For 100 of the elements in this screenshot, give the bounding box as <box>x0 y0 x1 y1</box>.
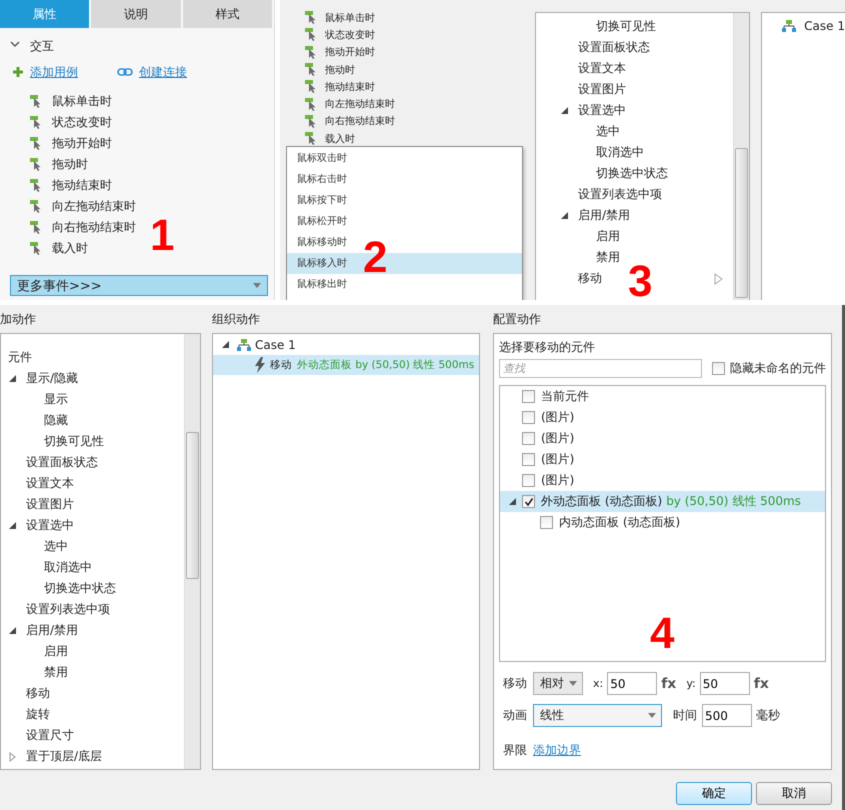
checkbox[interactable] <box>712 362 725 375</box>
cursor-icon <box>30 116 41 129</box>
widget-item[interactable]: 当前元件 <box>500 386 825 407</box>
event-item[interactable]: 载入时 <box>325 132 355 146</box>
action-item[interactable]: 移动 外动态面板 by (50,50) 线性 500ms <box>213 355 479 375</box>
cursor-icon <box>305 114 316 128</box>
tree-item[interactable]: 设置选中 <box>536 100 626 121</box>
event-item[interactable]: 拖动时 <box>52 156 88 173</box>
tree-item[interactable]: 元件 <box>1 347 32 368</box>
tree-item[interactable]: 启用 <box>536 226 620 247</box>
checkbox[interactable] <box>522 411 535 424</box>
tree-item[interactable]: 禁用 <box>536 247 620 268</box>
tree-item[interactable]: 移动 <box>1 683 50 704</box>
menu-item[interactable]: 鼠标松开时 <box>287 211 522 232</box>
tree-item[interactable]: 显示/隐藏 <box>1 368 78 389</box>
event-item[interactable]: 拖动结束时 <box>325 80 375 94</box>
link[interactable]: 创建连接 <box>139 64 187 80</box>
fx-button[interactable]: fx <box>754 676 769 692</box>
field-label: 毫秒 <box>756 707 780 724</box>
tree-item[interactable]: 取消选中 <box>536 142 644 163</box>
flowchart-icon <box>237 339 251 351</box>
menu-item[interactable]: 鼠标双击时 <box>287 148 522 169</box>
cursor-icon <box>305 11 316 24</box>
tree-item[interactable]: 隐藏 <box>1 410 68 431</box>
tree-item[interactable]: 取消选中 <box>1 557 92 578</box>
tree-item[interactable]: 设置尺寸 <box>1 725 74 746</box>
input-field[interactable]: 500 <box>702 704 752 727</box>
tree-item[interactable]: 设置选中 <box>1 515 74 536</box>
search-field[interactable]: 查找 <box>499 359 702 378</box>
checkbox[interactable] <box>522 390 535 403</box>
button[interactable]: 取消 <box>756 782 832 805</box>
tree-item[interactable]: 设置图片 <box>1 494 74 515</box>
tree-item[interactable]: 启用/禁用 <box>1 620 78 641</box>
field-label: 移动 <box>503 675 528 692</box>
tree-item[interactable]: 设置文本 <box>536 58 626 79</box>
tree-item[interactable]: 设置列表选中项 <box>536 184 662 205</box>
menu-item[interactable]: 鼠标按下时 <box>287 190 522 211</box>
tree-item[interactable]: 禁用 <box>1 662 68 683</box>
event-item[interactable]: 拖动结束时 <box>52 177 112 194</box>
tree-item[interactable]: 切换选中状态 <box>536 163 668 184</box>
checkbox[interactable] <box>522 474 535 487</box>
event-item[interactable]: 载入时 <box>52 240 88 257</box>
widget-item[interactable]: (图片) <box>500 428 825 449</box>
button[interactable]: 确定 <box>676 782 752 805</box>
cursor-icon <box>305 80 316 94</box>
event-item[interactable]: 向右拖动结束时 <box>52 219 136 236</box>
tree-item[interactable]: 设置图片 <box>536 79 626 100</box>
widget-item[interactable]: (图片) <box>500 407 825 428</box>
tree-item[interactable]: 移动 <box>536 268 602 289</box>
dropdown[interactable]: 线性 <box>533 704 662 727</box>
checkbox[interactable] <box>522 495 535 508</box>
tree-item[interactable]: 选中 <box>536 121 620 142</box>
event-item[interactable]: 拖动开始时 <box>52 135 112 152</box>
tree-item[interactable]: 旋转 <box>1 704 50 725</box>
scrollbar[interactable] <box>184 334 200 769</box>
tab[interactable]: 说明 <box>91 0 183 28</box>
tree-item[interactable]: 启用 <box>1 641 68 662</box>
tab[interactable]: 样式 <box>182 0 274 28</box>
field-label: y: <box>686 677 696 690</box>
link[interactable]: 添加边界 <box>533 742 581 758</box>
link[interactable]: 添加用例 <box>30 64 78 80</box>
widget-item[interactable]: 外动态面板 (动态面板) by (50,50) 线性 500ms <box>500 491 825 512</box>
event-item[interactable]: 鼠标单击时 <box>325 10 375 25</box>
cursor-icon <box>30 158 41 171</box>
tree-item[interactable]: 设置面板状态 <box>1 452 98 473</box>
event-item[interactable]: 向右拖动结束时 <box>325 114 395 128</box>
event-item[interactable]: 向左拖动结束时 <box>52 198 136 215</box>
fx-button[interactable]: fx <box>661 676 676 692</box>
tree-item[interactable]: 启用/禁用 <box>536 205 630 226</box>
tree-item[interactable]: 设置列表选中项 <box>1 599 110 620</box>
tree-item[interactable]: 设置面板状态 <box>536 37 650 58</box>
case-item[interactable]: Case 1 <box>762 16 845 36</box>
input-field[interactable]: 50 <box>700 672 750 695</box>
field-label: 动画 <box>503 707 528 724</box>
event-item[interactable]: 状态改变时 <box>52 114 112 131</box>
event-item[interactable]: 鼠标单击时 <box>52 93 112 110</box>
event-item[interactable]: 拖动开始时 <box>325 45 375 60</box>
tree-item[interactable]: 选中 <box>1 536 68 557</box>
event-item[interactable]: 拖动时 <box>325 62 355 77</box>
tree-item[interactable]: 置于顶层/底层 <box>1 746 102 767</box>
checkbox[interactable] <box>522 432 535 445</box>
tree-item[interactable]: 切换选中状态 <box>1 578 116 599</box>
checkbox[interactable] <box>522 453 535 466</box>
event-item[interactable]: 向左拖动结束时 <box>325 97 395 112</box>
tree-item[interactable]: 显示 <box>1 389 68 410</box>
dropdown[interactable]: 更多事件>>> <box>10 275 268 296</box>
checkbox[interactable] <box>540 516 553 529</box>
widget-item[interactable]: (图片) <box>500 449 825 470</box>
case-item[interactable]: Case 1 <box>213 335 479 355</box>
tree-item[interactable]: 设置文本 <box>1 473 74 494</box>
event-item[interactable]: 状态改变时 <box>325 28 375 42</box>
widget-item[interactable]: 内动态面板 (动态面板) <box>500 512 825 533</box>
widget-item[interactable]: (图片) <box>500 470 825 491</box>
input-field[interactable]: 50 <box>607 672 658 695</box>
tree-item[interactable]: 切换可见性 <box>1 431 104 452</box>
menu-item[interactable]: 鼠标右击时 <box>287 169 522 190</box>
dropdown[interactable]: 相对 <box>533 672 583 695</box>
tree-item[interactable]: 切换可见性 <box>536 16 656 37</box>
scrollbar[interactable] <box>733 13 750 300</box>
step-number: 1 <box>150 214 174 258</box>
